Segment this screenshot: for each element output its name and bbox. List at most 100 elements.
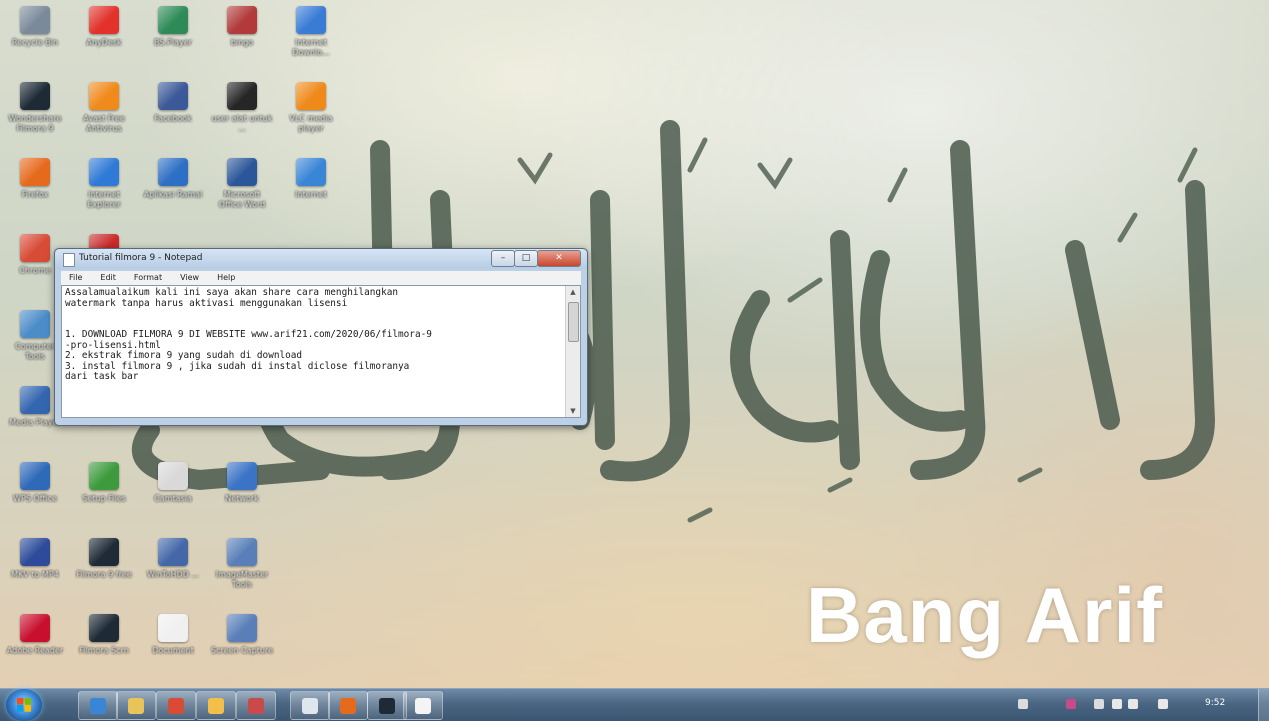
- watermark-text: Bang Arif: [806, 571, 1164, 659]
- taskbar-firefox-button[interactable]: [328, 691, 368, 720]
- taskbar-notepad-button[interactable]: [403, 691, 443, 720]
- clock[interactable]: 9:52: [1205, 698, 1225, 708]
- desktop-icon-ie-1[interactable]: Internet Explorer: [72, 154, 136, 228]
- filmora-3-icon: [89, 614, 119, 642]
- media-2-icon: [20, 538, 50, 566]
- taskbar-ie-button[interactable]: [78, 691, 118, 720]
- app-blue-3-icon: [227, 538, 257, 566]
- desktop-icon-label: Aplikasi Ramai: [143, 190, 203, 199]
- desktop-icon-label: Adobe Reader: [6, 646, 64, 655]
- menu-view[interactable]: View: [180, 271, 199, 285]
- desktop-icon-avast[interactable]: Avast Free Antivirus: [72, 78, 136, 152]
- tray-4-icon[interactable]: [1112, 699, 1122, 709]
- desktop-icon-label: Filmora Scrn: [79, 646, 129, 655]
- firefox-icon: [20, 158, 50, 186]
- tray-5-icon[interactable]: [1128, 699, 1138, 709]
- desktop-icon-camtasia[interactable]: Camtasia: [141, 458, 205, 532]
- desktop-icon-label: Filmora 9 free: [76, 570, 132, 579]
- show-desktop-button[interactable]: [1258, 689, 1269, 721]
- desktop-icon-anydesk[interactable]: AnyDesk: [72, 2, 136, 76]
- wondershare-icon: [20, 82, 50, 110]
- app-blue-1-icon: [158, 158, 188, 186]
- app-blue-4-icon: [227, 614, 257, 642]
- desktop-icon-app-blue-3[interactable]: ImageMaster Tools: [210, 534, 274, 608]
- desktop-icon-bingo[interactable]: bingo: [210, 2, 274, 76]
- desktop-icon-filmora-2[interactable]: Filmora 9 free: [72, 534, 136, 608]
- tray-6-icon[interactable]: [1158, 699, 1168, 709]
- desktop-icon-label: Screen Capture: [211, 646, 273, 655]
- filmora-2-icon: [89, 538, 119, 566]
- start-button[interactable]: [6, 689, 42, 721]
- desktop-icon-app-blue-2[interactable]: WinToHDD ...: [141, 534, 205, 608]
- doc-icon: [158, 614, 188, 642]
- notepad-icon: [415, 697, 431, 714]
- desktop-icon-ie-2[interactable]: Internet: [279, 154, 343, 228]
- desktop-icon-label: Camtasia: [154, 494, 192, 503]
- desktop-icon-label: AnyDesk: [86, 38, 122, 47]
- desktop-icon-label: WinToHDD ...: [147, 570, 199, 579]
- desktop-icon-user-shortcut[interactable]: user alat untuk ...: [210, 78, 274, 152]
- taskbar-phone-button[interactable]: [290, 691, 330, 720]
- desktop-icon-wondershare[interactable]: Wondershare Filmora 9: [3, 78, 67, 152]
- scrollbar-thumb[interactable]: [568, 302, 579, 342]
- notepad-titlebar[interactable]: Tutorial filmora 9 - Notepad – □ ✕: [55, 249, 587, 269]
- notepad-text-area[interactable]: Assalamualaikum kali ini saya akan share…: [61, 285, 581, 418]
- desktop-icon-label: Internet: [295, 190, 327, 199]
- desktop-icon-app-blue-4[interactable]: Screen Capture: [210, 610, 274, 684]
- menu-edit[interactable]: Edit: [100, 271, 116, 285]
- ie-icon: [90, 697, 106, 714]
- app-blue-2-icon: [158, 538, 188, 566]
- desktop-icon-facebook[interactable]: Facebook: [141, 78, 205, 152]
- desktop-icon-filmora-3[interactable]: Filmora Scrn: [72, 610, 136, 684]
- maximize-button[interactable]: □: [514, 250, 538, 267]
- desktop-icon-vlc[interactable]: VLC media player: [279, 78, 343, 152]
- taskbar-explorer-button[interactable]: [116, 691, 156, 720]
- taskbar-tool-button[interactable]: [236, 691, 276, 720]
- chrome-icon: [168, 697, 184, 714]
- notepad-icon: [63, 253, 75, 267]
- notepad-title: Tutorial filmora 9 - Notepad: [79, 253, 203, 263]
- vertical-scrollbar[interactable]: ▲ ▼: [565, 286, 580, 417]
- desktop-icon-label: Internet Explorer: [87, 190, 121, 209]
- desktop-icon-setup[interactable]: Setup Files: [72, 458, 136, 532]
- tray-3-icon[interactable]: [1094, 699, 1104, 709]
- desktop-icon-recycle-bin[interactable]: Recycle Bin: [3, 2, 67, 76]
- desktop-icon-media-2[interactable]: MKV to MP4: [3, 534, 67, 608]
- desktop-icon-bs-player[interactable]: BS.Player: [141, 2, 205, 76]
- desktop-icon-firefox[interactable]: Firefox: [3, 154, 67, 228]
- desktop-icon-label: BS.Player: [154, 38, 192, 47]
- desktop-icon-doc[interactable]: Document: [141, 610, 205, 684]
- vlc-icon: [296, 82, 326, 110]
- desktop-icon-globe[interactable]: Network: [210, 458, 274, 532]
- taskbar-filmora-button[interactable]: [367, 691, 407, 720]
- facebook-icon: [158, 82, 188, 110]
- tray-1-icon[interactable]: [1018, 699, 1028, 709]
- internet-download-icon: [296, 6, 326, 34]
- menu-format[interactable]: Format: [134, 271, 162, 285]
- desktop-icon-label: MKV to MP4: [11, 570, 59, 579]
- notepad-window[interactable]: Tutorial filmora 9 - Notepad – □ ✕ File …: [54, 248, 588, 426]
- scroll-up-icon[interactable]: ▲: [566, 286, 580, 298]
- desktop-icon-adobe[interactable]: Adobe Reader: [3, 610, 67, 684]
- desktop-icon-app-blue-1[interactable]: Aplikasi Ramai: [141, 154, 205, 228]
- wps-icon: [20, 462, 50, 490]
- scroll-down-icon[interactable]: ▼: [566, 405, 580, 417]
- desktop-icon-wps[interactable]: WPS Office: [3, 458, 67, 532]
- folder-icon: [208, 697, 224, 714]
- taskbar-chrome-button[interactable]: [156, 691, 196, 720]
- bingo-icon: [227, 6, 257, 34]
- taskbar: 9:52: [0, 688, 1269, 721]
- desktop-icon-label: Network: [225, 494, 259, 503]
- menu-file[interactable]: File: [69, 271, 82, 285]
- bs-player-icon: [158, 6, 188, 34]
- minimize-button[interactable]: –: [491, 250, 515, 267]
- desktop-icon-word[interactable]: Microsoft Office Word: [210, 154, 274, 228]
- globe-icon: [227, 462, 257, 490]
- avast-icon: [89, 82, 119, 110]
- taskbar-folder-button[interactable]: [196, 691, 236, 720]
- tray-2-icon[interactable]: [1066, 699, 1076, 709]
- close-button[interactable]: ✕: [537, 250, 581, 267]
- menu-help[interactable]: Help: [217, 271, 235, 285]
- desktop-icon-internet-download[interactable]: Internet Downlo...: [279, 2, 343, 76]
- desktop-icon-label: Firefox: [21, 190, 49, 199]
